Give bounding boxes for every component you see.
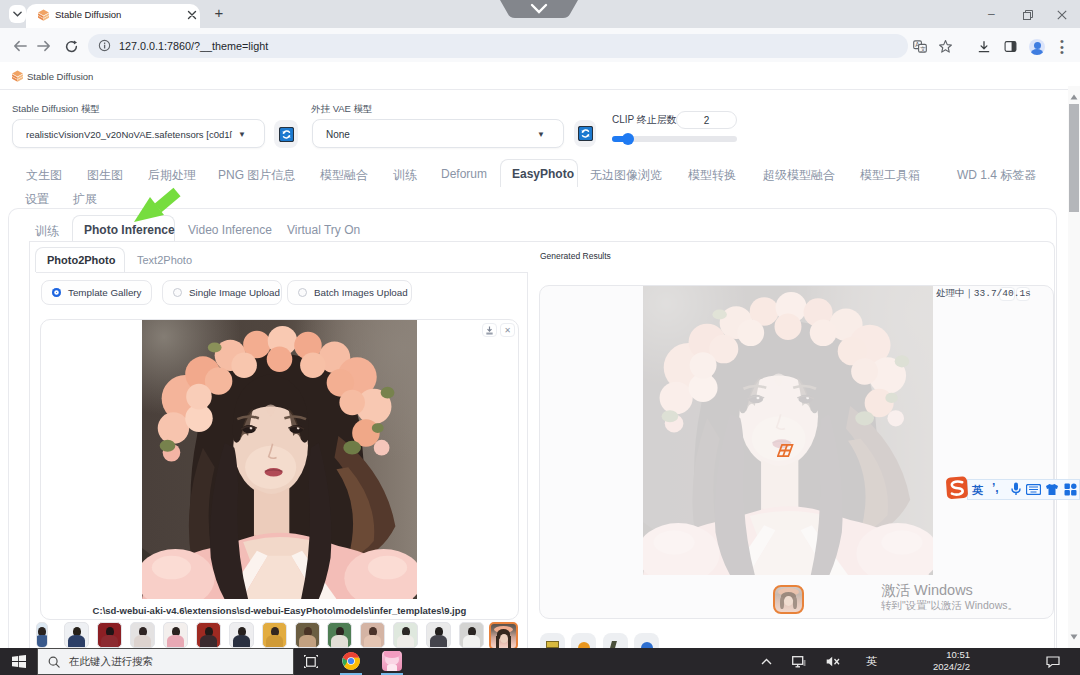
svg-text:文: 文 [920, 46, 926, 52]
